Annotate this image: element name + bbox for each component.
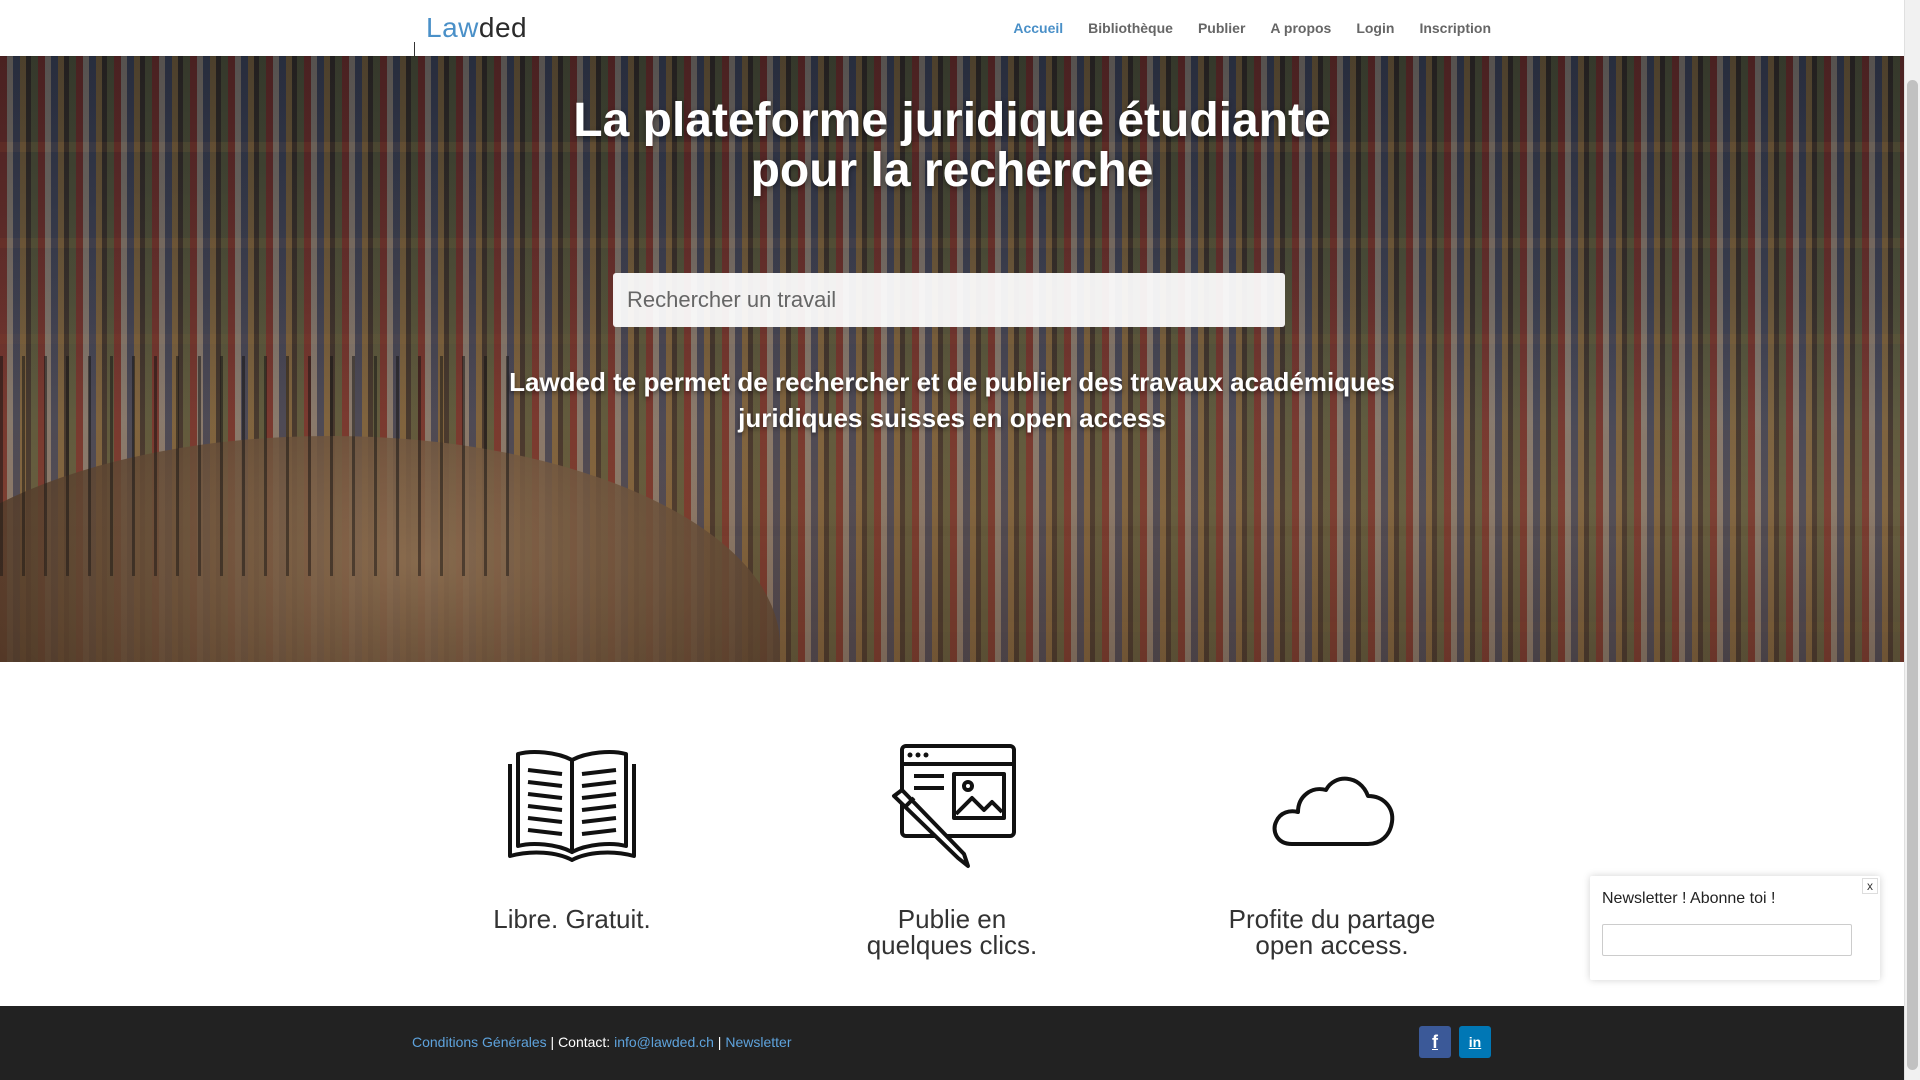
feature-free: Libre. Gratuit. <box>412 740 732 932</box>
nav-item-a-propos[interactable]: A propos <box>1270 20 1331 36</box>
footer-separator: | <box>713 1034 726 1050</box>
email-link[interactable]: info@lawded.ch <box>614 1034 714 1050</box>
hero-subtitle-line1: Lawded te permet de rechercher et de pub… <box>509 367 1395 397</box>
feature-publish: Publie en quelques clics. <box>792 740 1112 958</box>
main-nav: Accueil Bibliothèque Publier A propos Lo… <box>1013 0 1491 56</box>
hero-title: La plateforme juridique étudiante pour l… <box>0 96 1904 196</box>
hero-subtitle-line2: juridiques suisses en open access <box>738 403 1166 433</box>
search-input[interactable] <box>613 273 1285 327</box>
footer-links: Conditions Générales | Contact: info@law… <box>412 1034 791 1050</box>
logo-text-law: Law <box>426 12 479 43</box>
nav-item-inscription[interactable]: Inscription <box>1419 20 1491 36</box>
scrollbar-thumb[interactable] <box>1907 80 1918 1070</box>
facebook-icon[interactable]: f <box>1419 1026 1451 1058</box>
terms-link[interactable]: Conditions Générales <box>412 1034 547 1050</box>
linkedin-icon[interactable]: in <box>1459 1026 1491 1058</box>
logo-text-ded: ded <box>478 12 528 43</box>
hero-subtitle: Lawded te permet de rechercher et de pub… <box>0 364 1904 436</box>
newsletter-popup: x Newsletter ! Abonne toi ! <box>1590 876 1880 980</box>
hero-title-line1: La plateforme juridique étudiante <box>573 94 1331 147</box>
hero-title-line2: pour la recherche <box>750 144 1154 197</box>
nav-item-login[interactable]: Login <box>1356 20 1394 36</box>
hero-section: La plateforme juridique étudiante pour l… <box>0 56 1904 662</box>
webpage-pen-icon <box>892 744 1016 868</box>
newsletter-link[interactable]: Newsletter <box>725 1034 791 1050</box>
text-cursor <box>414 42 415 56</box>
feature-free-label: Libre. Gratuit. <box>493 904 651 934</box>
feature-open-access: Profite du partage open access. <box>1172 740 1492 958</box>
site-logo[interactable]: Lawded <box>426 12 527 44</box>
footer-separator: | <box>546 1034 559 1050</box>
close-icon[interactable]: x <box>1862 878 1878 894</box>
newsletter-email-input[interactable] <box>1602 924 1852 956</box>
newsletter-popup-title: Newsletter ! Abonne toi ! <box>1602 890 1776 907</box>
nav-item-accueil[interactable]: Accueil <box>1013 20 1063 36</box>
feature-open-access-label: Profite du partage open access. <box>1228 904 1436 960</box>
nav-item-publier[interactable]: Publier <box>1198 20 1245 36</box>
nav-item-bibliotheque[interactable]: Bibliothèque <box>1088 20 1173 36</box>
page-scrollbar[interactable] <box>1904 0 1920 1080</box>
cloud-icon <box>1272 776 1395 846</box>
open-book-icon <box>508 750 636 862</box>
contact-label: Contact: <box>558 1034 615 1050</box>
site-header: Lawded Accueil Bibliothèque Publier A pr… <box>0 0 1904 56</box>
site-footer: Conditions Générales | Contact: info@law… <box>0 1006 1904 1080</box>
feature-publish-label: Publie en quelques clics. <box>866 904 1038 960</box>
